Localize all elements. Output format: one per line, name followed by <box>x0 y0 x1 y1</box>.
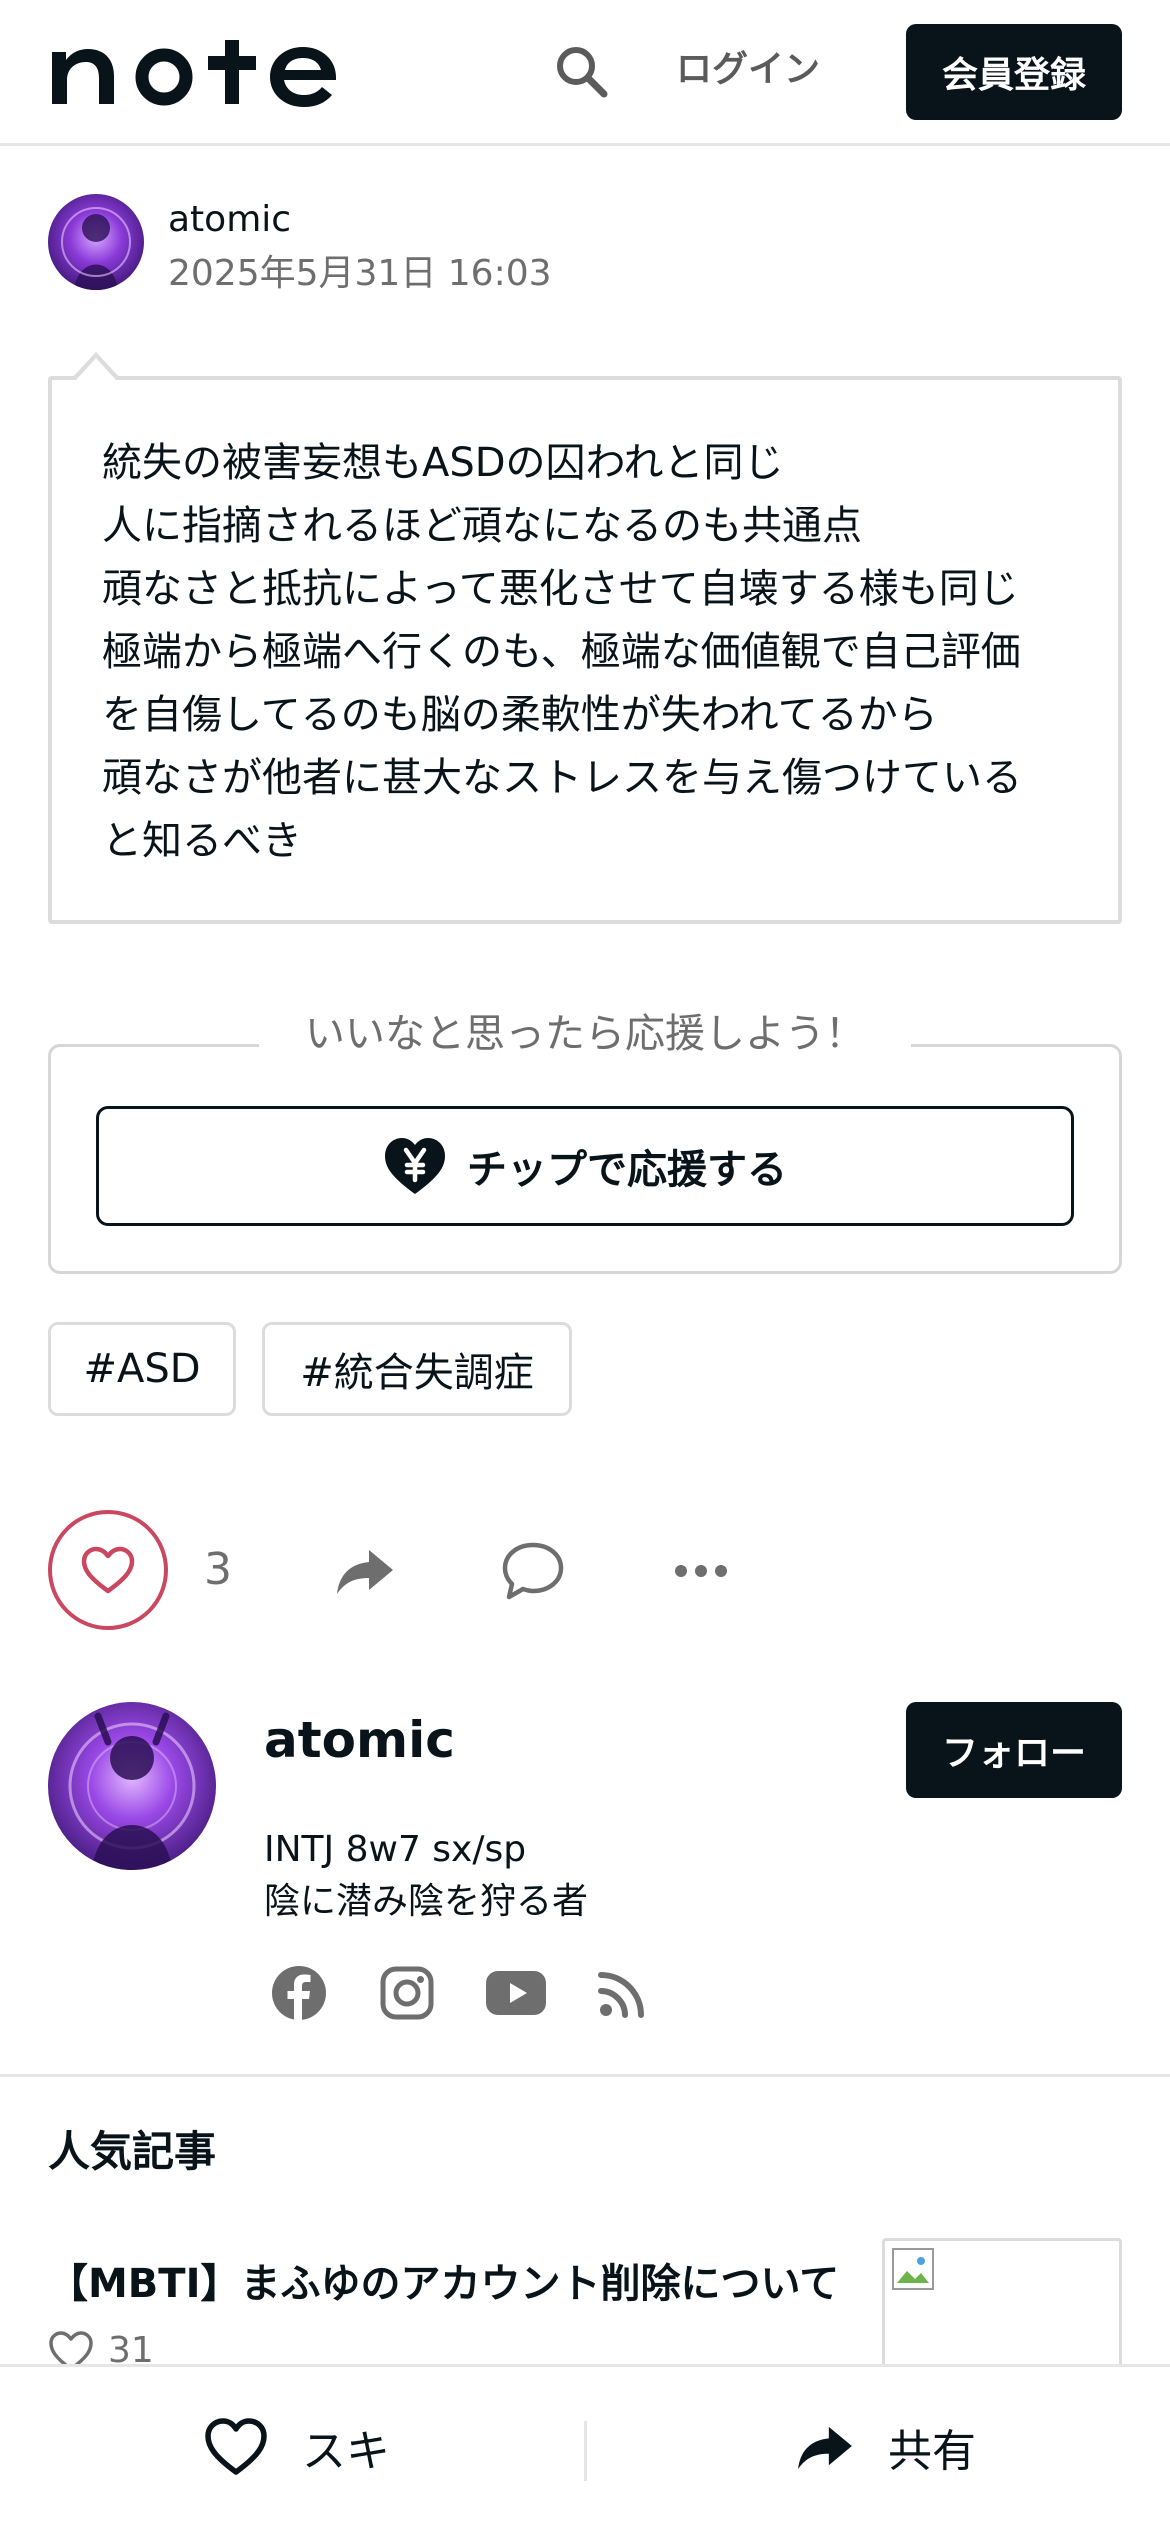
support-caption-text: いいなと思ったら応援しよう！ <box>259 1011 911 1057</box>
search-icon <box>557 47 608 98</box>
popular-articles-heading: 人気記事 <box>48 2127 217 2176</box>
post-line: 統失の被害妄想もASDの囚われと同じ <box>102 440 784 486</box>
instagram-link[interactable] <box>376 1962 438 2024</box>
post-line: 極端から極端へ行くのも、極端な価値観で自己評価 <box>102 629 1021 675</box>
author-name[interactable]: atomic <box>168 196 291 244</box>
broken-image-icon <box>892 2248 934 2290</box>
author-avatar[interactable] <box>48 194 144 290</box>
section-divider <box>0 2074 1170 2077</box>
profile-name[interactable]: atomic <box>264 1708 455 1772</box>
comment-icon <box>502 1542 564 1600</box>
bottom-action-bar: スキ 共有 <box>0 2364 1170 2532</box>
avatar-image <box>48 194 144 290</box>
share-arrow-icon <box>798 2426 852 2470</box>
rss-icon <box>598 1972 644 2018</box>
tip-button-label: チップで応援する <box>467 1147 787 1193</box>
share-button[interactable] <box>330 1536 400 1606</box>
note-logo[interactable]: note <box>48 34 344 108</box>
facebook-icon <box>272 1966 326 2020</box>
post-line: 人に指摘されるほど頑なになるのも共通点 <box>102 503 862 549</box>
signup-button[interactable]: 会員登録 <box>906 24 1122 120</box>
follow-button[interactable]: フォロー <box>906 1702 1122 1798</box>
post-line: を自傷してるのも脳の柔軟性が失われてるから <box>102 692 938 738</box>
profile-bio-line: INTJ 8w7 sx/sp <box>264 1829 527 1870</box>
bottom-like-label: スキ <box>302 2426 390 2477</box>
share-arrow-icon <box>337 1550 393 1594</box>
speech-notch-inner <box>76 358 116 380</box>
youtube-icon <box>486 1971 546 2015</box>
yen-heart-icon <box>385 1138 445 1194</box>
like-count[interactable]: 3 <box>204 1542 232 1598</box>
youtube-link[interactable] <box>484 1962 548 2024</box>
heart-icon <box>205 2418 267 2475</box>
heart-icon <box>81 1546 135 1594</box>
bottom-like-button[interactable]: スキ <box>204 2407 390 2487</box>
post-body: 統失の被害妄想もASDの囚われと同じ 人に指摘されるほど頑なになるのも共通点 頑… <box>48 376 1122 924</box>
comment-button[interactable] <box>498 1536 568 1606</box>
profile-bio: INTJ 8w7 sx/sp 陰に潜み陰を狩る者 <box>264 1824 588 1928</box>
profile-bio-line: 陰に潜み陰を狩る者 <box>264 1881 589 1922</box>
tag-asd[interactable]: #ASD <box>48 1322 236 1416</box>
site-header: note ログイン 会員登録 <box>0 0 1170 146</box>
bottom-share-label: 共有 <box>888 2426 976 2477</box>
post-line: 頑なさと抵抗によって悪化させて自壊する様も同じ <box>102 566 1019 612</box>
tag-schizophrenia[interactable]: #統合失調症 <box>262 1322 572 1416</box>
profile-avatar[interactable] <box>48 1702 216 1870</box>
post-line: と知るべき <box>102 818 302 864</box>
instagram-icon <box>380 1966 434 2020</box>
post-date: 2025年5月31日 16:03 <box>168 253 552 294</box>
more-button[interactable] <box>666 1536 736 1606</box>
search-button[interactable] <box>548 38 614 104</box>
post-line: 頑なさが他者に甚大なストレスを与え傷つけている <box>102 755 1022 801</box>
bottom-share-button[interactable]: 共有 <box>796 2407 976 2487</box>
avatar-image <box>48 1702 216 1870</box>
support-caption: いいなと思ったら応援しよう！ <box>0 1008 1170 1060</box>
like-button[interactable] <box>48 1510 168 1630</box>
rss-link[interactable] <box>592 1962 654 2024</box>
more-dots-icon <box>675 1565 727 1577</box>
tip-button[interactable]: チップで応援する <box>96 1106 1074 1226</box>
login-link[interactable]: ログイン <box>676 44 820 96</box>
popular-article-title[interactable]: 【MBTI】まふゆのアカウント削除について <box>48 2256 839 2312</box>
bottom-bar-divider <box>584 2421 587 2481</box>
facebook-link[interactable] <box>268 1962 330 2024</box>
